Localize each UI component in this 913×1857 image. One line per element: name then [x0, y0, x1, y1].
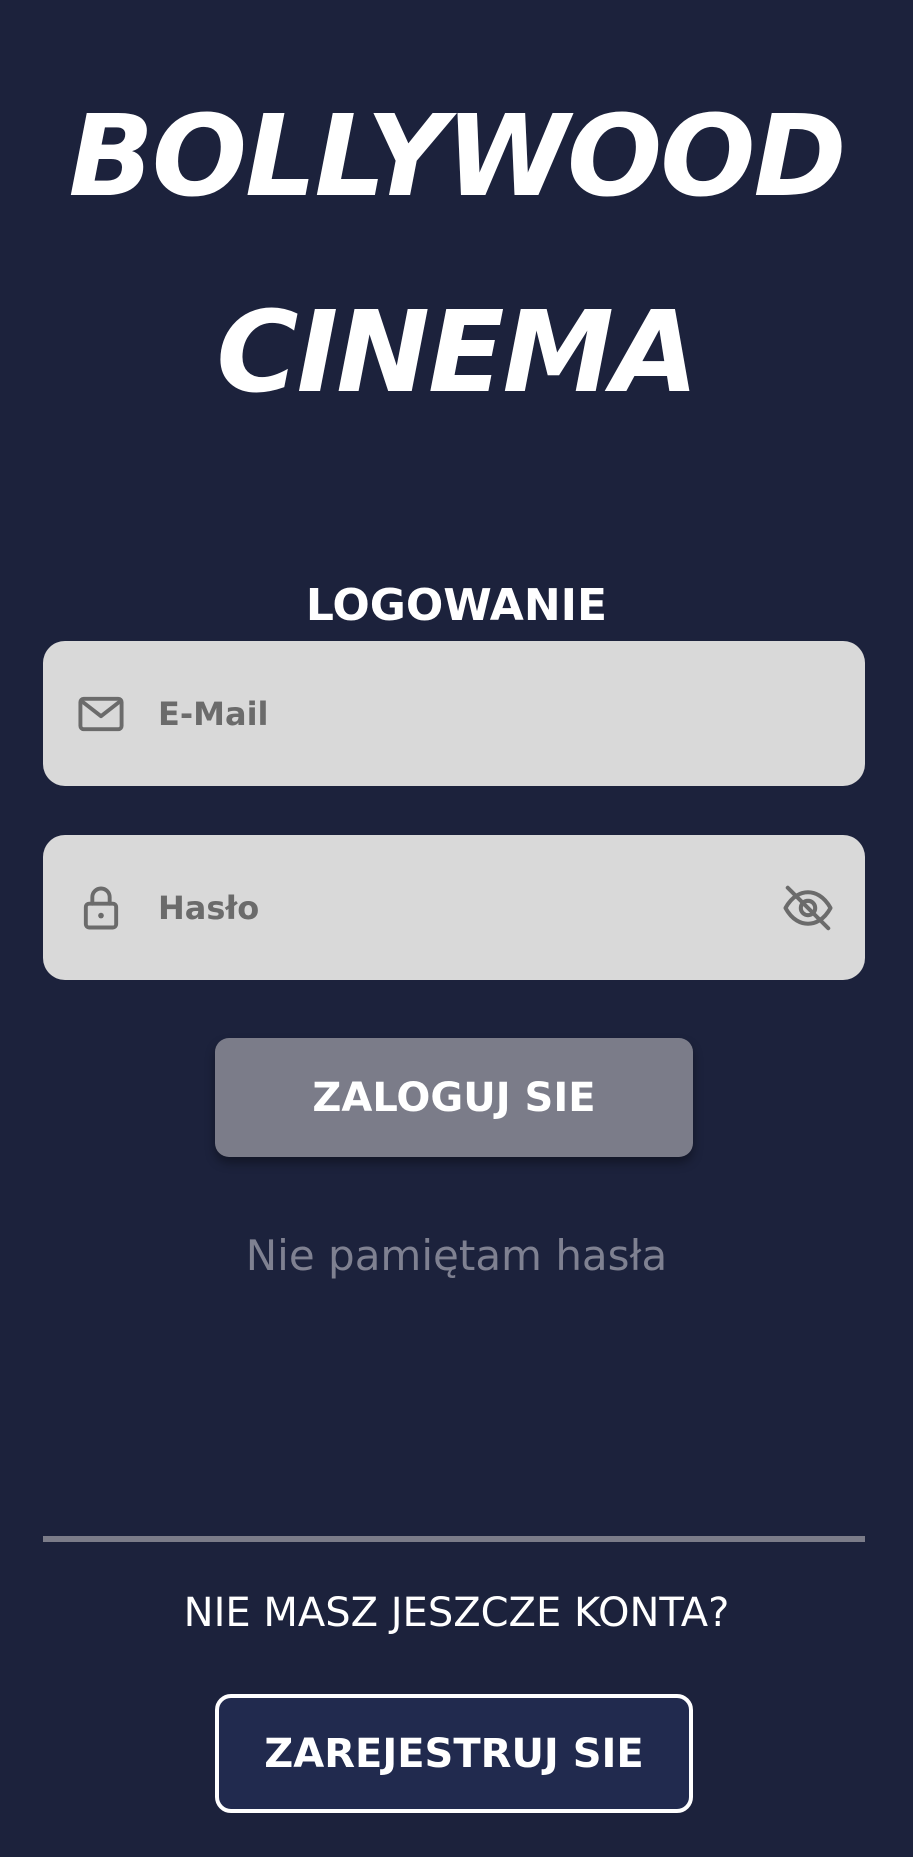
password-input[interactable] [158, 835, 758, 980]
forgot-password-link[interactable]: Nie pamiętam hasła [0, 1228, 913, 1284]
login-button[interactable]: ZALOGUJ SIE [215, 1038, 693, 1157]
lock-icon [75, 882, 127, 934]
toggle-password-visibility-button[interactable] [781, 881, 835, 935]
login-heading: LOGOWANIE [305, 580, 608, 631]
email-input[interactable] [158, 641, 758, 786]
app-title-line-2: CINEMA [216, 288, 698, 418]
register-button[interactable]: ZAREJESTRUJ SIE [215, 1694, 693, 1813]
mail-icon [75, 688, 127, 740]
app-title-line-1: BOLLYWOOD [68, 92, 847, 222]
register-prompt: NIE MASZ JESZCZE KONTA? [183, 1590, 730, 1636]
password-field[interactable] [43, 835, 865, 980]
eye-off-icon [781, 885, 835, 938]
divider [43, 1536, 865, 1542]
email-field[interactable] [43, 641, 865, 786]
